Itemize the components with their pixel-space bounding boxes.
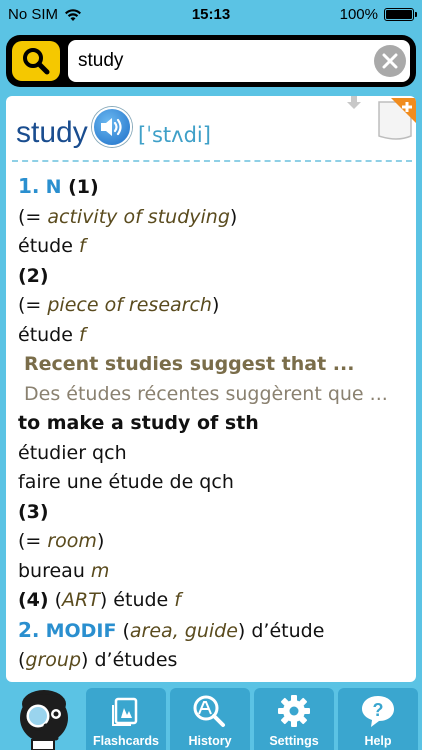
headword: study — [16, 116, 88, 149]
entry-line: 2. MODIF (area, guide) d’étude — [18, 616, 412, 647]
entry-line: étude f — [18, 232, 412, 262]
bottom-toolbar: Flashcards History Settings ? Help — [0, 684, 422, 750]
down-arrow-icon[interactable] — [346, 96, 362, 110]
speaker-icon — [101, 118, 122, 136]
entry-line: faire une étude de qch — [18, 468, 412, 498]
entry-text: (= — [18, 530, 48, 552]
search-button[interactable] — [12, 41, 60, 81]
search-input[interactable] — [68, 40, 410, 82]
entry-text: ▶ — [18, 681, 31, 683]
help-icon: ? — [362, 696, 394, 727]
entry-text: f — [78, 323, 86, 346]
entry-line: (4) (ART) étude f — [18, 586, 412, 616]
tab-flashcards[interactable]: Flashcards — [86, 688, 166, 750]
history-icon — [193, 695, 225, 727]
entry-text: (3) — [18, 500, 49, 523]
battery-fill — [386, 10, 412, 19]
entry-text: ART — [62, 589, 100, 611]
entry-text: f — [78, 235, 86, 257]
tab-settings-label: Settings — [269, 734, 319, 748]
divider — [12, 160, 412, 162]
entry-text: étudier qch — [18, 441, 127, 464]
gear-icon — [278, 695, 310, 727]
entry-text: N — [45, 176, 62, 198]
entry-line: Des études récentes suggèrent que ... — [18, 380, 412, 410]
entry-line: to make a study of sth — [18, 409, 412, 439]
entry-text: étude — [18, 323, 79, 346]
pronounce-button[interactable] — [92, 107, 132, 147]
entry-text: 2. — [18, 617, 40, 642]
entry-text: bureau — [18, 559, 91, 582]
battery-icon — [384, 8, 417, 21]
status-bar: No SIM 15:13 100% — [0, 0, 422, 30]
entry-text: (= — [18, 205, 48, 228]
entry-line: (2) — [18, 262, 412, 292]
entry-line: étudier qch — [18, 439, 412, 469]
entry-line: (group) d’études — [18, 646, 412, 676]
entry-text: f — [174, 589, 181, 611]
battery-percent: 100% — [339, 6, 378, 23]
entry-line: (3) — [18, 498, 412, 528]
entry-line: (= activity of studying) — [18, 203, 412, 233]
tab-help-label: Help — [364, 734, 392, 748]
entry-text: Recent studies suggest that ... — [24, 353, 355, 375]
status-right: 100% — [339, 6, 417, 23]
entry-text: MODIF — [45, 619, 117, 642]
entry-text: ) d’étude — [237, 619, 325, 642]
entry-line: Recent studies suggest that ... — [18, 350, 412, 380]
tab-history[interactable]: History — [170, 688, 250, 750]
entry-text: ( — [48, 589, 63, 611]
tab-history-label: History — [188, 734, 232, 748]
entry-text: ) étude — [99, 589, 175, 611]
entry-line: (= room) — [18, 527, 412, 557]
entry-text: 1. — [18, 174, 40, 198]
tab-flashcards-label: Flashcards — [92, 734, 159, 748]
entry-text: (= — [18, 294, 48, 316]
entry-text: (1) — [61, 176, 99, 198]
entry-line: étude f — [18, 321, 412, 351]
pronunciation: [ˈstʌdi] — [138, 123, 211, 147]
entry-text: ) — [211, 294, 220, 316]
tab-help[interactable]: ? Help — [338, 688, 418, 750]
entry-text: area, guide — [129, 619, 238, 642]
add-flashcard-button[interactable] — [377, 96, 416, 142]
close-icon — [382, 53, 398, 69]
entry-text: room — [47, 530, 97, 552]
entry-text: group — [25, 649, 82, 671]
entry-text: ) — [229, 205, 238, 228]
entry-text: faire une étude de qch — [18, 471, 234, 493]
entry-text: to make a study of sth — [18, 412, 259, 434]
entry-text: ) — [96, 530, 105, 552]
entry-text: Des études récentes suggèrent que ... — [24, 382, 388, 405]
entry-line: bureau m — [18, 557, 412, 587]
entry-line: (= piece of research) — [18, 291, 412, 321]
clear-search-button[interactable] — [374, 45, 406, 77]
svg-text:?: ? — [373, 700, 384, 720]
entry-text: study leave — [31, 679, 155, 683]
entry-text: ) d’études — [81, 649, 178, 671]
search-bar — [6, 35, 416, 87]
entry-text: m — [90, 559, 110, 582]
entry-line: ▶study leave — [18, 676, 412, 683]
entry-text: étude — [18, 235, 79, 257]
entry-header: study [ˈstʌdi] — [6, 96, 416, 162]
entry-text: ( — [116, 619, 130, 642]
app-logo-icon[interactable] — [8, 684, 80, 750]
entry-text: (4) — [18, 589, 49, 611]
dictionary-entry-panel: study [ˈstʌdi] 1. N (1) (= activity of st… — [6, 96, 416, 682]
entry-text: (2) — [18, 264, 49, 287]
entry-text: piece of research — [47, 294, 212, 316]
search-icon — [23, 48, 50, 75]
flashcards-icon — [112, 697, 138, 726]
entry-line: 1. N (1) — [18, 172, 412, 203]
entry-text: activity of studying — [47, 205, 230, 228]
tab-settings[interactable]: Settings — [254, 688, 334, 750]
entry-body: 1. N (1) (= activity of studying) étude f(… — [18, 172, 412, 682]
